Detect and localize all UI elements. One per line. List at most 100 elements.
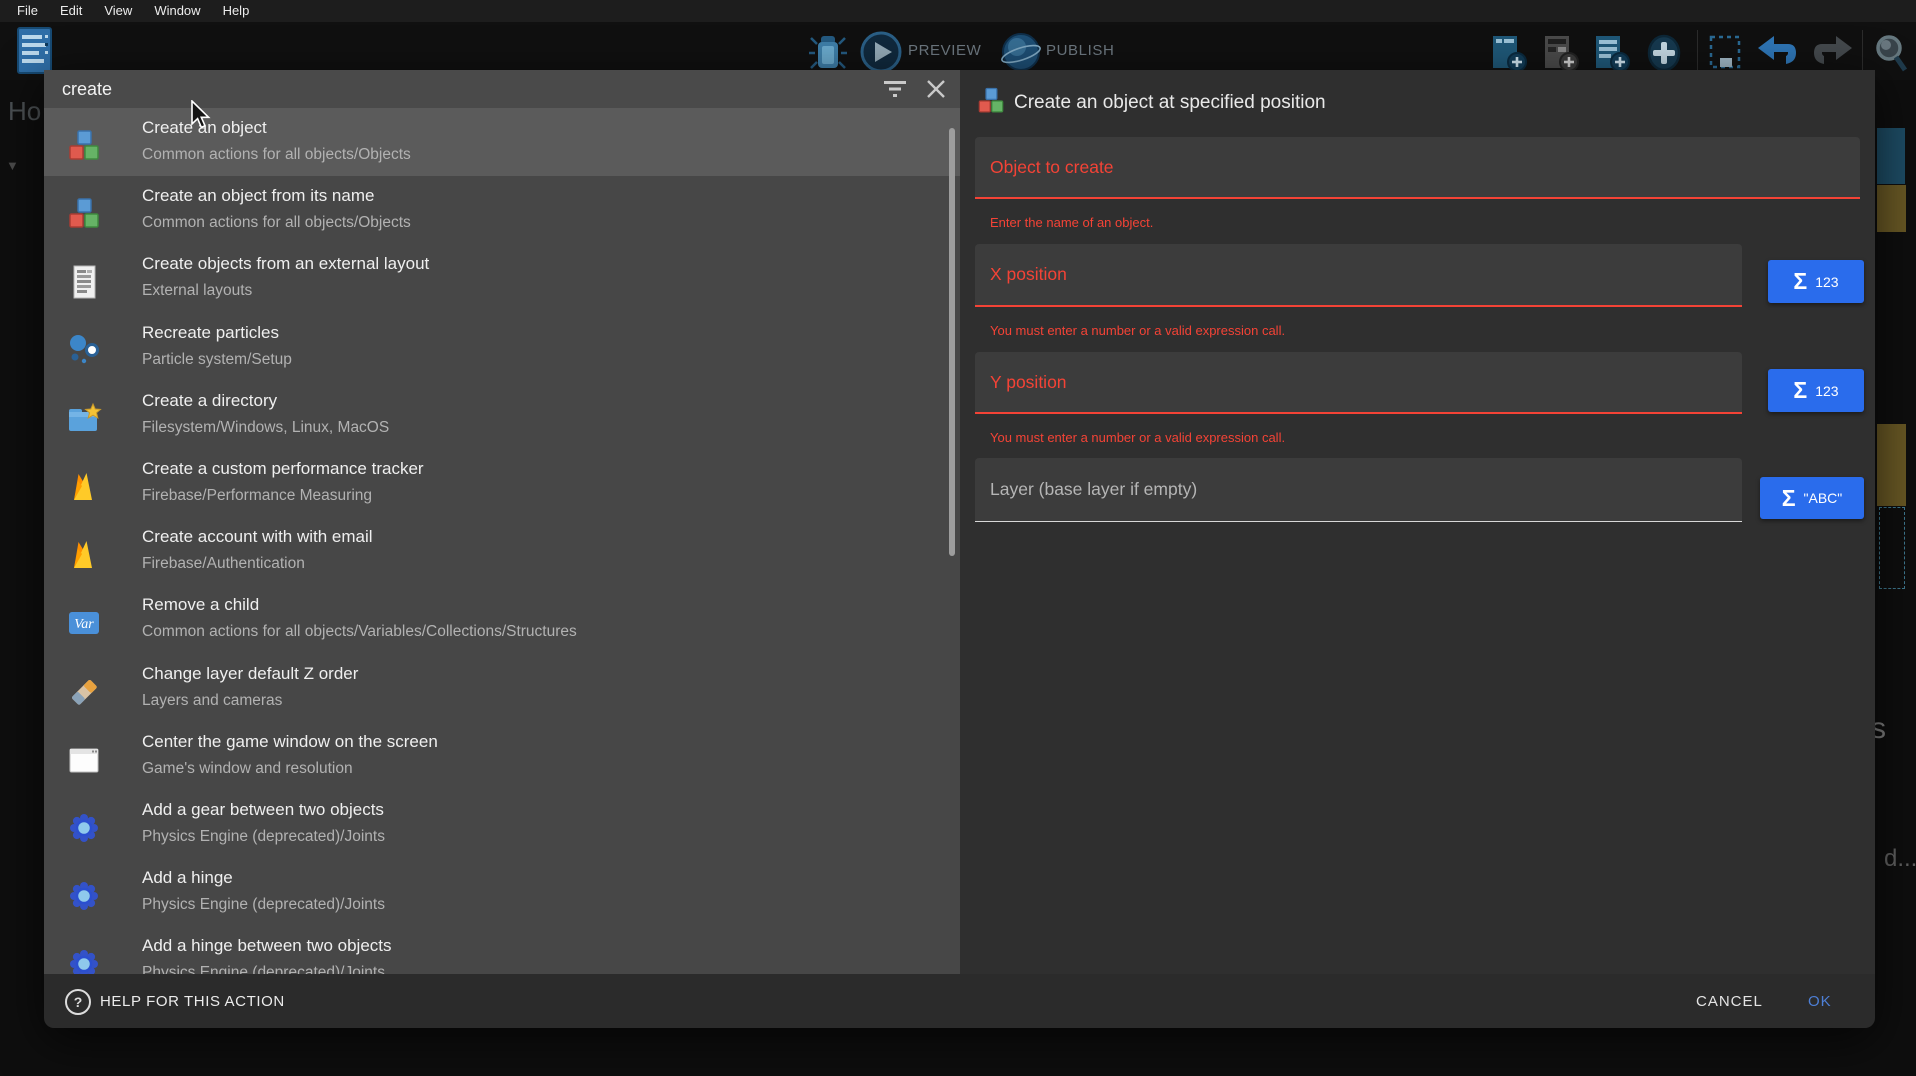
- undo-icon[interactable]: [1758, 36, 1798, 70]
- x-position-field[interactable]: X position: [975, 244, 1742, 307]
- scene-selection-fragment: [1879, 507, 1905, 589]
- sigma-icon: Σ: [1793, 270, 1807, 293]
- result-subtitle: Game's window and resolution: [142, 760, 353, 778]
- objects-icon: [66, 128, 102, 164]
- search-results-list: Create an objectCommon actions for all o…: [44, 108, 960, 974]
- toolbar-divider: [1697, 30, 1698, 74]
- cancel-button[interactable]: CANCEL: [1696, 974, 1763, 1028]
- result-title: Create an object from its name: [142, 186, 374, 206]
- firebase-icon: [66, 537, 102, 573]
- physics-joint-icon: [66, 810, 102, 846]
- add-extension-icon[interactable]: [1645, 34, 1683, 72]
- menu-item-file[interactable]: File: [6, 0, 49, 22]
- edit-selection-icon[interactable]: [1708, 34, 1744, 72]
- result-title: Add a hinge: [142, 868, 233, 888]
- firebase-icon: [66, 469, 102, 505]
- result-title: Recreate particles: [142, 323, 279, 343]
- search-result-item[interactable]: VarRemove a childCommon actions for all …: [44, 585, 960, 653]
- objects-icon: [976, 86, 1006, 116]
- search-input[interactable]: [56, 70, 762, 108]
- result-title: Change layer default Z order: [142, 664, 358, 684]
- external-layout-icon: [66, 264, 102, 300]
- preview-play-icon[interactable]: [860, 31, 902, 73]
- project-manager-icon[interactable]: [16, 26, 54, 76]
- publish-globe-icon[interactable]: [1000, 31, 1042, 73]
- x-position-expression-button[interactable]: Σ123: [1768, 260, 1864, 303]
- field-helper-text: You must enter a number or a valid expre…: [990, 430, 1285, 445]
- add-scene-icon[interactable]: [1491, 34, 1527, 72]
- result-title: Center the game window on the screen: [142, 732, 438, 752]
- eraser-icon: [66, 674, 102, 710]
- search-icon[interactable]: [1874, 34, 1908, 74]
- physics-joint-icon: [66, 878, 102, 914]
- help-button[interactable]: HELP FOR THIS ACTION: [100, 974, 285, 1028]
- toolbar-divider: [1862, 30, 1863, 74]
- sigma-icon: Σ: [1782, 487, 1796, 510]
- add-external-layout-icon[interactable]: [1594, 34, 1630, 72]
- close-icon[interactable]: [924, 77, 948, 101]
- menu-item-view[interactable]: View: [93, 0, 143, 22]
- menu-item-edit[interactable]: Edit: [49, 0, 93, 22]
- debug-icon[interactable]: [809, 32, 847, 72]
- results-scrollbar[interactable]: [949, 128, 955, 556]
- filter-icon[interactable]: [882, 78, 908, 100]
- search-result-item[interactable]: Add a hinge between two objectsPhysics E…: [44, 926, 960, 974]
- field-label: Layer (base layer if empty): [990, 458, 1197, 521]
- result-title: Remove a child: [142, 595, 259, 615]
- menu-item-window[interactable]: Window: [143, 0, 211, 22]
- result-title: Add a gear between two objects: [142, 800, 384, 820]
- result-title: Create account with with email: [142, 527, 373, 547]
- instruction-editor-dialog: Create an objectCommon actions for all o…: [44, 70, 1875, 1028]
- search-result-item[interactable]: Center the game window on the screen Game…: [44, 722, 960, 790]
- search-result-item[interactable]: Create a custom performance trackerFireb…: [44, 449, 960, 517]
- redo-icon[interactable]: [1812, 36, 1852, 70]
- search-result-item[interactable]: Recreate particles Particle system/Setup: [44, 313, 960, 381]
- search-result-item[interactable]: Create an object from its name Common act…: [44, 176, 960, 244]
- search-result-item[interactable]: Create account with with email Firebase/A…: [44, 517, 960, 585]
- sigma-icon: Σ: [1793, 379, 1807, 402]
- result-title: Create objects from an external layout: [142, 254, 429, 274]
- result-title: Create a custom performance tracker: [142, 459, 424, 479]
- objects-icon: [66, 196, 102, 232]
- folder-icon: [66, 401, 102, 437]
- result-subtitle: Physics Engine (deprecated)/Joints: [142, 964, 385, 974]
- action-search-panel: Create an objectCommon actions for all o…: [44, 70, 960, 974]
- variable-icon: Var: [66, 605, 102, 641]
- dialog-footer: ? HELP FOR THIS ACTION CANCEL OK: [44, 974, 1875, 1028]
- search-result-item[interactable]: Add a hinge Physics Engine (deprecated)/J…: [44, 858, 960, 926]
- object-to-create-field[interactable]: Object to create: [975, 137, 1860, 199]
- result-subtitle: Common actions for all objects/Objects: [142, 146, 411, 164]
- result-subtitle: External layouts: [142, 282, 252, 300]
- menu-item-help[interactable]: Help: [212, 0, 261, 22]
- add-external-events-icon[interactable]: [1543, 34, 1579, 72]
- expression-type-label: "ABC": [1804, 490, 1843, 506]
- action-editor-panel: Create an object at specified position O…: [960, 70, 1875, 974]
- result-subtitle: Particle system/Setup: [142, 351, 292, 369]
- result-subtitle: Filesystem/Windows, Linux, MacOS: [142, 419, 389, 437]
- search-result-item[interactable]: Create objects from an external layout Ex…: [44, 244, 960, 312]
- layer-field[interactable]: Layer (base layer if empty): [975, 458, 1742, 522]
- physics-joint-icon: [66, 946, 102, 974]
- search-result-item[interactable]: Create a directoryFilesystem/Windows, Li…: [44, 381, 960, 449]
- help-icon: ?: [65, 989, 91, 1015]
- layer-expression-button[interactable]: Σ "ABC": [1760, 477, 1864, 519]
- search-result-item[interactable]: Add a gear between two objectsPhysics En…: [44, 790, 960, 858]
- ok-button[interactable]: OK: [1808, 974, 1832, 1028]
- particles-icon: [66, 333, 102, 369]
- y-position-expression-button[interactable]: Σ 123: [1768, 369, 1864, 412]
- y-position-field[interactable]: Y position: [975, 352, 1742, 414]
- search-result-item[interactable]: Create an objectCommon actions for all o…: [44, 108, 960, 176]
- svg-text:Var: Var: [74, 617, 94, 632]
- chevron-down-icon: ▼: [6, 158, 19, 173]
- result-subtitle: Physics Engine (deprecated)/Joints: [142, 896, 385, 914]
- result-subtitle: Firebase/Authentication: [142, 555, 305, 573]
- mouse-cursor: [190, 100, 214, 134]
- search-result-item[interactable]: Change layer default Z orderLayers and c…: [44, 654, 960, 722]
- action-title: Create an object at specified position: [1014, 92, 1326, 114]
- field-label: Object to create: [990, 137, 1114, 197]
- home-tab-partial: Ho: [8, 96, 41, 127]
- result-subtitle: Common actions for all objects/Objects: [142, 214, 411, 232]
- expression-type-label: 123: [1815, 383, 1838, 399]
- search-bar: [44, 70, 960, 108]
- objects-panel-partial-text: d...: [1884, 845, 1916, 873]
